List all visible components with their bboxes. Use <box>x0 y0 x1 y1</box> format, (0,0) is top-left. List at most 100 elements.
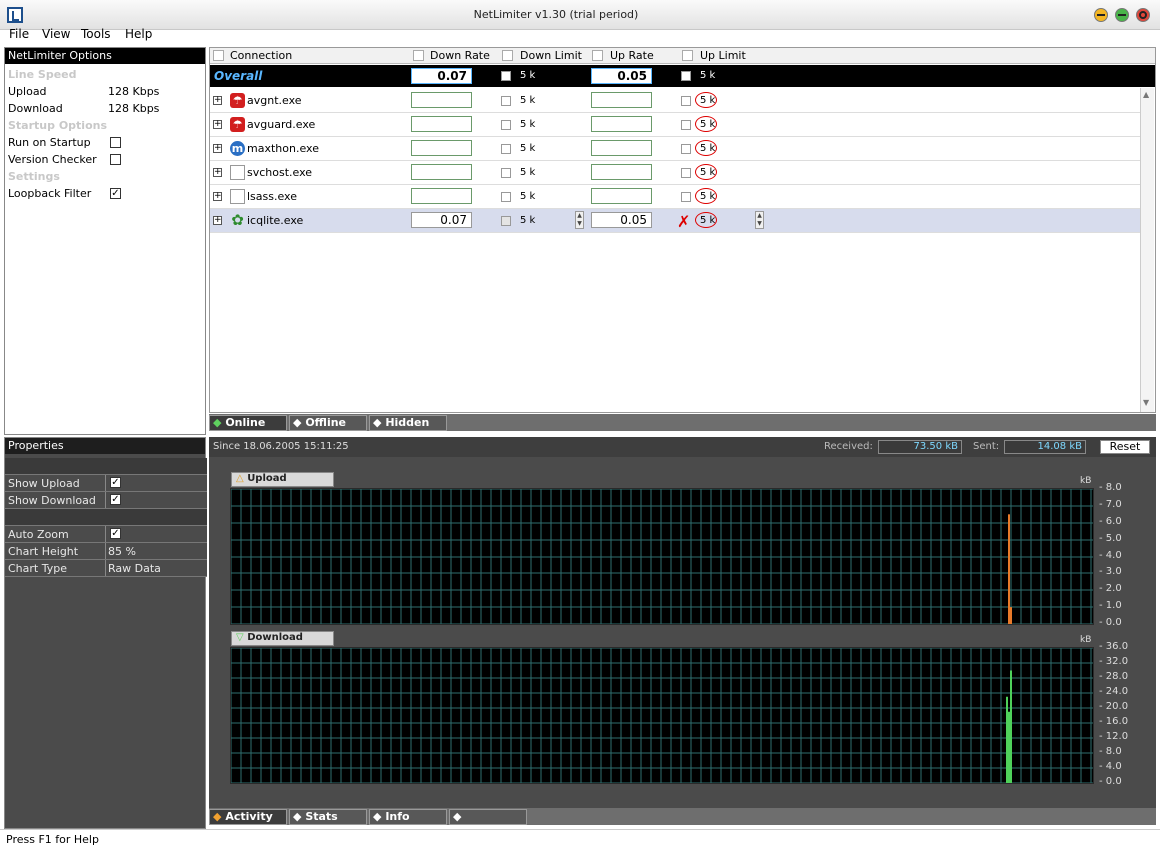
menu-help[interactable]: Help <box>125 27 152 41</box>
chart-type-value[interactable]: Raw Data <box>108 562 161 575</box>
column-up-rate[interactable]: Up Rate <box>610 49 654 62</box>
up-limit-checkbox[interactable] <box>681 168 691 178</box>
connection-row-selected[interactable]: + ✿ icqlite.exe 0.07 5 k ▲ ▼ 0.05 ✗ 5 k ▲… <box>210 209 1140 233</box>
down-limit-value[interactable]: 5 k <box>520 215 535 226</box>
upload-chart-tab[interactable]: △ Upload <box>231 472 334 487</box>
down-limit-checkbox[interactable] <box>501 144 511 154</box>
tab-stats[interactable]: ◆ Stats <box>289 809 367 825</box>
down-limit-value[interactable]: 5 k <box>520 119 535 130</box>
expand-icon[interactable]: + <box>213 216 222 225</box>
expand-icon[interactable]: + <box>213 120 222 129</box>
overall-down-rate: 0.07 <box>411 68 472 84</box>
download-chart-tab[interactable]: ▽ Download <box>231 631 334 646</box>
down-limit-value[interactable]: 5 k <box>520 191 535 202</box>
loopback-filter-checkbox[interactable]: ✓ <box>110 188 121 199</box>
expand-icon[interactable]: + <box>213 144 222 153</box>
download-speed-value[interactable]: 128 Kbps <box>108 102 159 115</box>
down-rate-field <box>411 188 472 204</box>
down-limit-value[interactable]: 5 k <box>520 167 535 178</box>
generic-exe-icon <box>230 189 245 204</box>
version-checker-checkbox[interactable] <box>110 154 121 165</box>
annotation-circle <box>695 212 717 228</box>
property-chart-type[interactable]: Chart Type Raw Data <box>5 560 207 577</box>
tab-hidden[interactable]: ◆ Hidden <box>369 415 447 431</box>
scroll-down-icon[interactable]: ▼ <box>1143 398 1149 407</box>
property-auto-zoom[interactable]: Auto Zoom ✓ <box>5 526 207 543</box>
down-limit-checkbox[interactable] <box>501 192 511 202</box>
property-show-upload[interactable]: Show Upload ✓ <box>5 475 207 492</box>
expand-icon[interactable]: + <box>213 96 222 105</box>
connection-row[interactable]: + svchost.exe 5 k 5 k <box>210 161 1140 185</box>
down-limit-checkbox[interactable] <box>501 96 511 106</box>
menu-file[interactable]: File <box>9 27 29 41</box>
property-group-header <box>5 458 207 475</box>
run-on-startup-checkbox[interactable] <box>110 137 121 148</box>
column-down-rate[interactable]: Down Rate <box>430 49 490 62</box>
down-rate-field <box>411 92 472 108</box>
overall-up-limit[interactable]: 5 k <box>700 70 715 81</box>
tab-info[interactable]: ◆ Info <box>369 809 447 825</box>
down-limit-checkbox[interactable] <box>501 120 511 130</box>
upload-speed-value[interactable]: 128 Kbps <box>108 85 159 98</box>
received-label: Received: <box>824 441 873 452</box>
up-rate-field <box>591 188 652 204</box>
column-connection[interactable]: Connection <box>230 49 292 62</box>
y-tick-label: - 0.0 <box>1099 617 1122 628</box>
y-tick-label: - 2.0 <box>1099 583 1122 594</box>
expand-icon[interactable]: + <box>213 168 222 177</box>
vertical-scrollbar[interactable]: ▲ ▼ <box>1140 88 1154 412</box>
property-show-download[interactable]: Show Download ✓ <box>5 492 207 509</box>
up-limit-spinner[interactable]: ▲ ▼ <box>755 211 764 229</box>
show-download-checkbox[interactable]: ✓ <box>110 494 121 505</box>
chart-type-label: Chart Type <box>8 562 67 575</box>
connection-row[interactable]: + ☂ avgnt.exe 5 k 5 k <box>210 89 1140 113</box>
up-limit-checkbox[interactable] <box>681 144 691 154</box>
up-rate-field[interactable]: 0.05 <box>591 212 652 228</box>
expand-icon[interactable]: + <box>213 192 222 201</box>
y-tick-label: - 32.0 <box>1099 656 1129 667</box>
chart-height-value[interactable]: 85 % <box>108 545 136 558</box>
maximize-button[interactable] <box>1115 8 1129 22</box>
overall-up-limit-checkbox[interactable] <box>681 71 691 81</box>
column-up-limit[interactable]: Up Limit <box>700 49 746 62</box>
tab-online[interactable]: ◆ Online <box>209 415 287 431</box>
up-rate-field <box>591 164 652 180</box>
connection-row[interactable]: + m maxthon.exe 5 k 5 k <box>210 137 1140 161</box>
column-down-limit[interactable]: Down Limit <box>520 49 582 62</box>
down-limit-value[interactable]: 5 k <box>520 95 535 106</box>
status-bar: Press F1 for Help <box>0 829 1160 850</box>
up-limit-checkbox[interactable] <box>681 96 691 106</box>
down-limit-checkbox[interactable] <box>501 168 511 178</box>
tab-offline[interactable]: ◆ Offline <box>289 415 367 431</box>
down-limit-checkbox[interactable] <box>501 216 511 226</box>
overall-down-limit-checkbox[interactable] <box>501 71 511 81</box>
connection-row[interactable]: + ☂ avguard.exe 5 k 5 k <box>210 113 1140 137</box>
reset-button[interactable]: Reset <box>1100 440 1150 454</box>
process-name: avgnt.exe <box>247 94 302 107</box>
download-chart-svg <box>231 648 1093 783</box>
connection-row[interactable]: + lsass.exe 5 k 5 k <box>210 185 1140 209</box>
auto-zoom-checkbox[interactable]: ✓ <box>110 528 121 539</box>
down-limit-value[interactable]: 5 k <box>520 143 535 154</box>
up-limit-checkbox[interactable] <box>681 120 691 130</box>
scroll-up-icon[interactable]: ▲ <box>1143 90 1149 99</box>
tab-activity[interactable]: ◆ Activity <box>209 809 287 825</box>
up-limit-checkbox[interactable] <box>681 192 691 202</box>
minimize-button[interactable] <box>1094 8 1108 22</box>
options-panel: NetLimiter Options Line Speed Upload 128… <box>4 47 206 435</box>
tab-scheduler[interactable]: ◆ Scheduler <box>449 809 527 836</box>
property-chart-height[interactable]: Chart Height 85 % <box>5 543 207 560</box>
y-tick-label: - 12.0 <box>1099 731 1129 742</box>
chart-bar <box>1006 696 1008 783</box>
show-upload-checkbox[interactable]: ✓ <box>110 477 121 488</box>
y-tick-label: - 16.0 <box>1099 716 1129 727</box>
down-rate-field[interactable]: 0.07 <box>411 212 472 228</box>
download-y-axis: - 36.0 - 32.0 - 28.0 - 24.0 - 20.0 - 16.0 - 12… <box>1099 641 1149 787</box>
overall-row[interactable]: Overall 0.07 5 k 0.05 5 k <box>210 65 1155 87</box>
overall-down-limit[interactable]: 5 k <box>520 70 535 81</box>
properties-panel: Properties Show Upload ✓ Show Download ✓… <box>4 437 207 829</box>
down-limit-spinner[interactable]: ▲ ▼ <box>575 211 584 229</box>
menu-tools[interactable]: Tools <box>81 27 111 41</box>
menu-view[interactable]: View <box>42 27 70 41</box>
close-button[interactable] <box>1136 8 1150 22</box>
